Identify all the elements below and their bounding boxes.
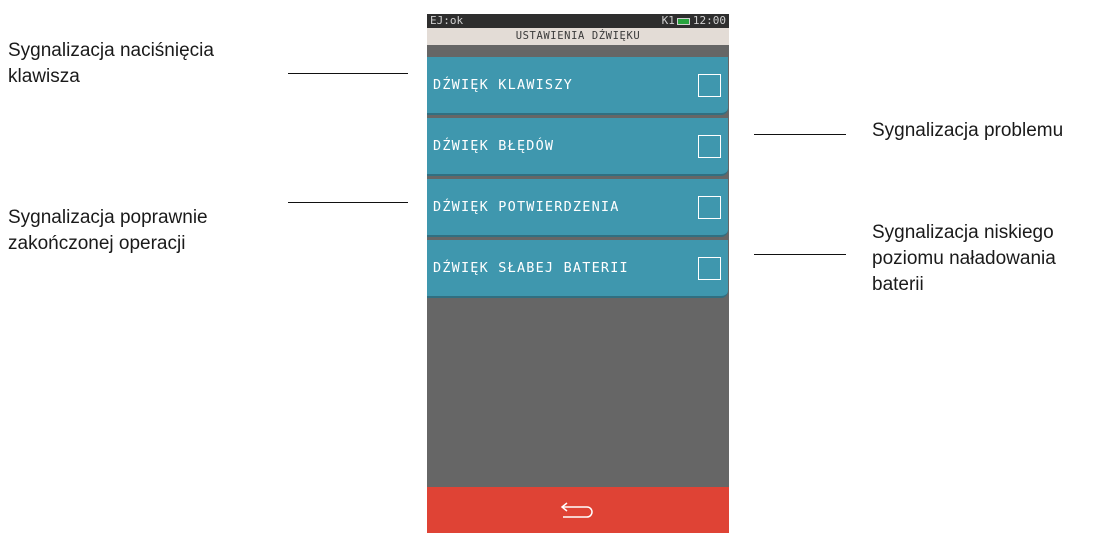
k1-indicator: K1 xyxy=(661,14,675,27)
status-bar: EJ:ok K1 12:00 xyxy=(427,14,729,28)
setting-label: DŹWIĘK BŁĘDÓW xyxy=(433,138,555,154)
error-sound-checkbox[interactable] xyxy=(698,135,721,158)
ej-status: EJ:ok xyxy=(430,14,464,27)
key-sound-checkbox[interactable] xyxy=(698,74,721,97)
setting-row-error-sound[interactable]: DŹWIĘK BŁĘDÓW xyxy=(427,118,728,176)
device-screen: EJ:ok K1 12:00 USTAWIENIA DŹWIĘKU DŹWIĘK… xyxy=(427,14,729,533)
confirmation-sound-checkbox[interactable] xyxy=(698,196,721,219)
leader-line-key-press xyxy=(288,73,408,74)
page-title: USTAWIENIA DŹWIĘKU xyxy=(427,28,729,45)
setting-row-low-battery-sound[interactable]: DŹWIĘK SŁABEJ BATERII xyxy=(427,240,728,298)
setting-label: DŹWIĘK POTWIERDZENIA xyxy=(433,199,620,215)
back-arrow-icon[interactable] xyxy=(557,501,597,521)
setting-row-confirmation-sound[interactable]: DŹWIĘK POTWIERDZENIA xyxy=(427,179,728,237)
setting-label: DŹWIĘK SŁABEJ BATERII xyxy=(433,260,629,276)
callout-problem: Sygnalizacja problemu xyxy=(872,120,1064,141)
callout-low-battery: Sygnalizacja niskiego poziomu naładowani… xyxy=(872,222,1056,295)
bottom-bar xyxy=(427,487,729,533)
clock: 12:00 xyxy=(692,14,726,27)
setting-label: DŹWIĘK KLAWISZY xyxy=(433,77,573,93)
leader-line-success xyxy=(288,202,408,203)
leader-line-low-battery xyxy=(754,254,846,255)
leader-line-problem xyxy=(754,134,846,135)
callout-key-press: Sygnalizacja naciśnięcia klawisza xyxy=(8,40,214,87)
setting-row-key-sound[interactable]: DŹWIĘK KLAWISZY xyxy=(427,57,728,115)
callout-success: Sygnalizacja poprawnie zakończonej opera… xyxy=(8,207,208,254)
status-right: K1 12:00 xyxy=(662,14,726,28)
battery-icon xyxy=(676,17,690,25)
low-battery-sound-checkbox[interactable] xyxy=(698,257,721,280)
